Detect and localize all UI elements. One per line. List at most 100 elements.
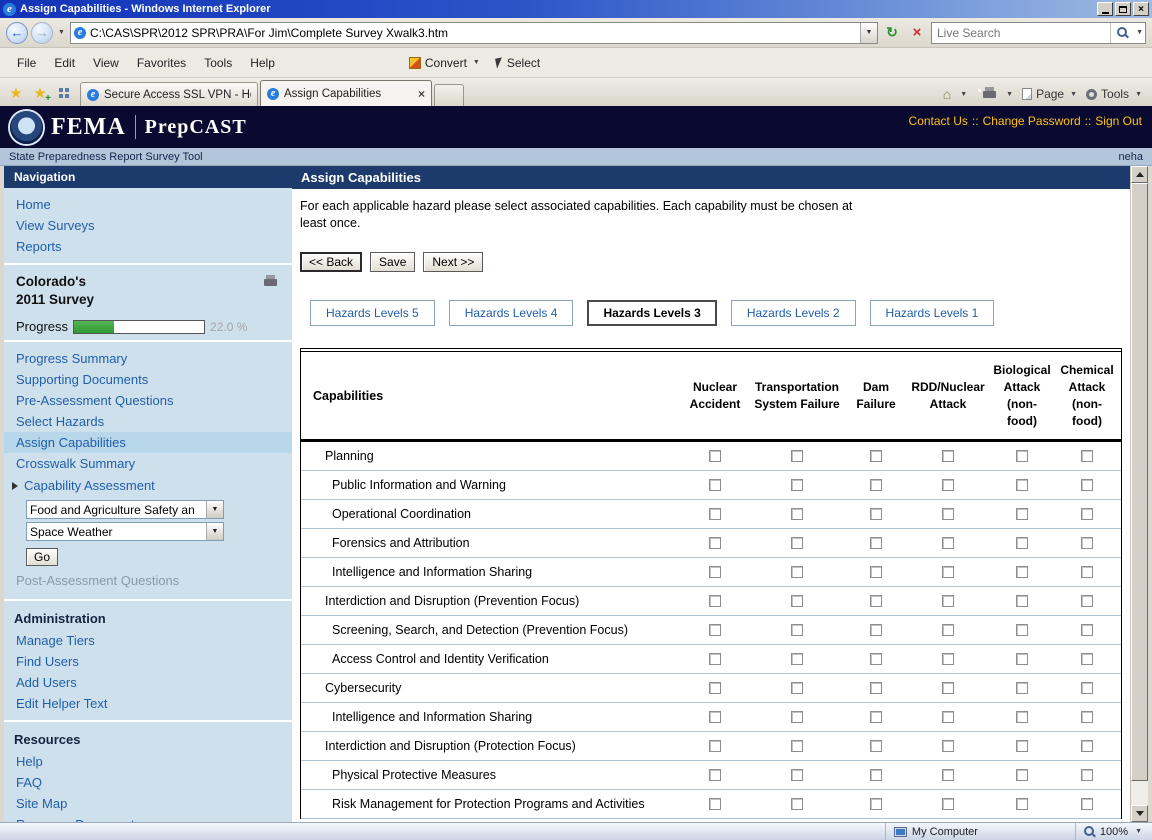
sidebar-item-site-map[interactable]: Site Map xyxy=(4,793,292,814)
tools-menu-button[interactable]: Tools ▼ xyxy=(1086,87,1144,101)
capability-checkbox[interactable] xyxy=(1016,537,1028,549)
capability-select-1[interactable]: Food and Agriculture Safety an ▼ xyxy=(26,500,224,519)
capability-checkbox[interactable] xyxy=(942,682,954,694)
capability-checkbox[interactable] xyxy=(942,566,954,578)
add-favorite-button[interactable]: ★ xyxy=(28,81,52,105)
capability-checkbox[interactable] xyxy=(709,566,721,578)
back-button[interactable]: ← xyxy=(6,22,28,44)
go-button[interactable]: Go xyxy=(26,548,58,566)
capability-checkbox[interactable] xyxy=(942,595,954,607)
capability-checkbox[interactable] xyxy=(1016,653,1028,665)
capability-checkbox[interactable] xyxy=(1081,450,1093,462)
capability-checkbox[interactable] xyxy=(942,798,954,810)
capability-checkbox[interactable] xyxy=(709,508,721,520)
scroll-up-button[interactable] xyxy=(1131,166,1148,183)
vertical-scrollbar[interactable] xyxy=(1130,166,1148,822)
capability-checkbox[interactable] xyxy=(942,624,954,636)
capability-checkbox[interactable] xyxy=(791,798,803,810)
capability-checkbox[interactable] xyxy=(791,450,803,462)
capability-checkbox[interactable] xyxy=(1016,595,1028,607)
menu-tools[interactable]: Tools xyxy=(195,53,241,73)
zoom-control[interactable]: 100% ▼ xyxy=(1075,823,1152,840)
capability-checkbox[interactable] xyxy=(870,450,882,462)
capability-checkbox[interactable] xyxy=(1081,740,1093,752)
capability-checkbox[interactable] xyxy=(709,595,721,607)
sidebar-item-reports[interactable]: Reports xyxy=(4,236,292,257)
capability-checkbox[interactable] xyxy=(942,537,954,549)
capability-checkbox[interactable] xyxy=(942,508,954,520)
menu-help[interactable]: Help xyxy=(241,53,284,73)
capability-checkbox[interactable] xyxy=(942,711,954,723)
sidebar-item-edit-helper-text[interactable]: Edit Helper Text xyxy=(4,693,292,714)
header-link-sign-out[interactable]: Sign Out xyxy=(1095,114,1142,128)
capability-checkbox[interactable] xyxy=(1081,711,1093,723)
capability-checkbox[interactable] xyxy=(791,624,803,636)
capability-checkbox[interactable] xyxy=(1016,624,1028,636)
search-dropdown-icon[interactable]: ▼ xyxy=(1134,29,1145,36)
print-button[interactable] xyxy=(983,87,997,102)
capability-checkbox[interactable] xyxy=(1081,537,1093,549)
capability-checkbox[interactable] xyxy=(1016,479,1028,491)
capability-checkbox[interactable] xyxy=(942,769,954,781)
capability-checkbox[interactable] xyxy=(709,769,721,781)
scroll-down-button[interactable] xyxy=(1131,805,1148,822)
header-link-change-password[interactable]: Change Password xyxy=(983,114,1081,128)
capability-checkbox[interactable] xyxy=(791,682,803,694)
capability-checkbox[interactable] xyxy=(870,566,882,578)
tab-hazards-levels-2[interactable]: Hazards Levels 2 xyxy=(731,300,856,326)
capability-checkbox[interactable] xyxy=(791,769,803,781)
sidebar-item-manage-tiers[interactable]: Manage Tiers xyxy=(4,630,292,651)
capability-checkbox[interactable] xyxy=(791,566,803,578)
sidebar-item-help[interactable]: Help xyxy=(4,751,292,772)
tab-hazards-levels-1[interactable]: Hazards Levels 1 xyxy=(870,300,995,326)
capability-checkbox[interactable] xyxy=(1016,566,1028,578)
capability-checkbox[interactable] xyxy=(942,450,954,462)
sidebar-item-supporting-documents[interactable]: Supporting Documents xyxy=(4,369,292,390)
capability-select-2[interactable]: Space Weather ▼ xyxy=(26,522,224,541)
tab-hazards-levels-5[interactable]: Hazards Levels 5 xyxy=(310,300,435,326)
capability-checkbox[interactable] xyxy=(791,537,803,549)
capability-checkbox[interactable] xyxy=(709,479,721,491)
capability-checkbox[interactable] xyxy=(870,798,882,810)
close-button[interactable]: × xyxy=(1133,2,1149,16)
capability-checkbox[interactable] xyxy=(1081,682,1093,694)
favorites-button[interactable]: ★ xyxy=(4,81,28,105)
home-button[interactable]: ⌂ xyxy=(943,86,951,102)
scrollbar-track[interactable] xyxy=(1131,781,1148,805)
sidebar-item-progress-summary[interactable]: Progress Summary xyxy=(4,348,292,369)
capability-checkbox[interactable] xyxy=(870,508,882,520)
sidebar-item-add-users[interactable]: Add Users xyxy=(4,672,292,693)
capability-checkbox[interactable] xyxy=(942,653,954,665)
sidebar-item-pre-assessment-questions[interactable]: Pre-Assessment Questions xyxy=(4,390,292,411)
menu-file[interactable]: File xyxy=(8,53,45,73)
search-button[interactable] xyxy=(1110,23,1134,43)
sidebar-item-home[interactable]: Home xyxy=(4,194,292,215)
quick-tabs-button[interactable] xyxy=(52,81,76,105)
capability-checkbox[interactable] xyxy=(1081,798,1093,810)
next-button[interactable]: Next >> xyxy=(423,252,483,272)
capability-checkbox[interactable] xyxy=(791,740,803,752)
capability-checkbox[interactable] xyxy=(791,595,803,607)
tab-hazards-levels-4[interactable]: Hazards Levels 4 xyxy=(449,300,574,326)
capability-checkbox[interactable] xyxy=(942,479,954,491)
capability-checkbox[interactable] xyxy=(870,653,882,665)
history-dropdown-icon[interactable]: ▼ xyxy=(56,29,67,36)
refresh-button[interactable]: ↻ xyxy=(881,22,903,44)
capability-checkbox[interactable] xyxy=(1016,711,1028,723)
header-link-contact-us[interactable]: Contact Us xyxy=(909,114,968,128)
capability-checkbox[interactable] xyxy=(709,711,721,723)
capability-checkbox[interactable] xyxy=(709,450,721,462)
menu-view[interactable]: View xyxy=(84,53,128,73)
capability-checkbox[interactable] xyxy=(1081,479,1093,491)
capability-checkbox[interactable] xyxy=(1081,769,1093,781)
browser-tab-assign-capabilities[interactable]: eAssign Capabilities× xyxy=(260,80,432,106)
print-survey-button[interactable] xyxy=(264,275,278,290)
menu-edit[interactable]: Edit xyxy=(45,53,84,73)
home-dropdown-icon[interactable]: ▼ xyxy=(958,91,969,98)
sidebar-item-crosswalk-summary[interactable]: Crosswalk Summary xyxy=(4,453,292,474)
stop-button[interactable]: × xyxy=(906,22,928,44)
sidebar-item-capability-assessment[interactable]: Capability Assessment xyxy=(4,474,292,497)
capability-checkbox[interactable] xyxy=(1081,624,1093,636)
sidebar-item-find-users[interactable]: Find Users xyxy=(4,651,292,672)
address-dropdown-button[interactable]: ▼ xyxy=(860,23,877,43)
